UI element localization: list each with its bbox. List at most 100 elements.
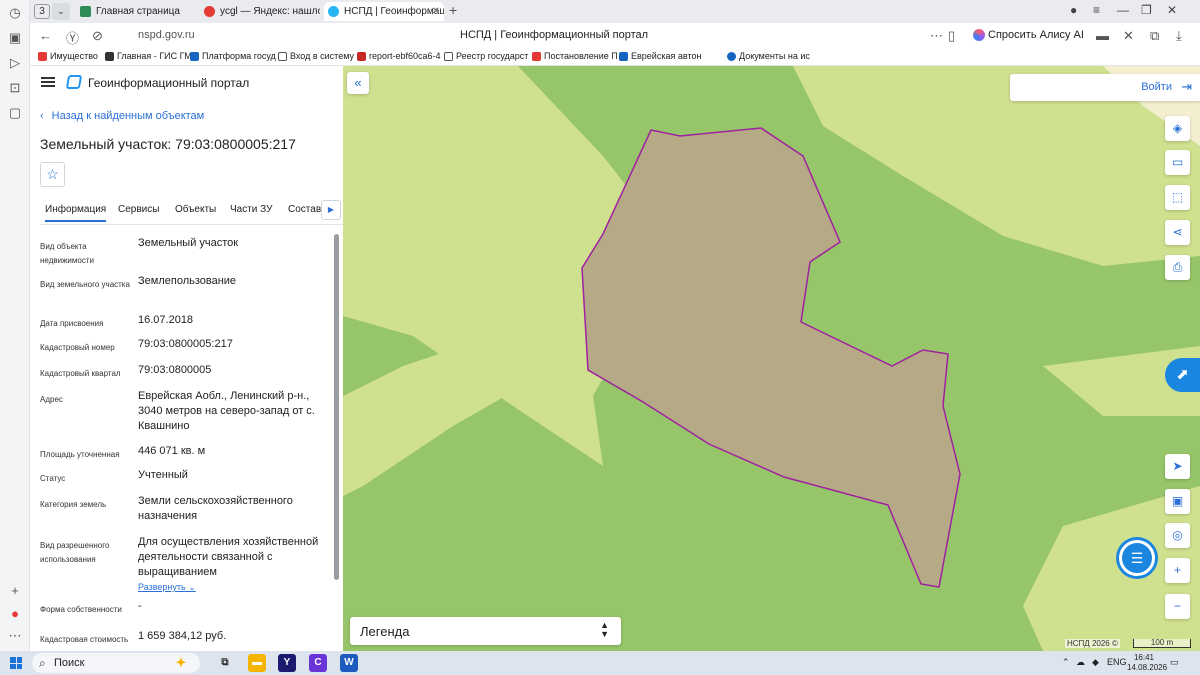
more-dots-icon[interactable]: ⋯ bbox=[930, 28, 943, 44]
bookmark-item[interactable]: Постановление П bbox=[532, 51, 618, 61]
minimap-icon[interactable]: ▣ bbox=[1165, 489, 1190, 514]
bookmark-item[interactable]: Документы на ис bbox=[727, 51, 810, 61]
close-window-icon[interactable]: ✕ bbox=[1167, 3, 1177, 17]
yandex-logo-icon[interactable]: Ⓨ bbox=[66, 28, 79, 47]
url-text[interactable]: nspd.gov.ru bbox=[138, 29, 195, 41]
map-copyright: НСПД 2026 © bbox=[1065, 639, 1120, 648]
tabs-next-icon[interactable]: ▶ bbox=[321, 200, 341, 220]
back-icon[interactable]: ← bbox=[39, 28, 52, 43]
tabs-counter-icon[interactable]: ▢ bbox=[7, 105, 23, 121]
notification-icon[interactable]: ▭ bbox=[1170, 657, 1179, 668]
tab-count[interactable]: 3 bbox=[34, 4, 50, 19]
chevron-down-icon: ⌄ bbox=[188, 582, 196, 592]
bookmark-favicon-icon bbox=[532, 52, 541, 61]
bookmark-item[interactable]: report-ebf60ca6-4 bbox=[357, 51, 441, 61]
close-tab-icon[interactable]: ✕ bbox=[432, 2, 440, 21]
bookmark-favicon-icon bbox=[105, 52, 114, 61]
zoom-in-icon[interactable]: + bbox=[1165, 558, 1190, 583]
history-icon[interactable]: ◷ bbox=[7, 5, 23, 21]
portal-logo-icon bbox=[65, 75, 83, 89]
bookmark-item[interactable]: Главная - ГИС ГМ bbox=[105, 51, 192, 61]
print-icon[interactable]: ⎙ bbox=[1165, 255, 1190, 280]
alice-button[interactable]: Спросить Алису AI bbox=[970, 26, 1090, 45]
mail-icon[interactable]: ● bbox=[7, 606, 23, 622]
legend-dropdown[interactable]: Легенда ▲ ▼ bbox=[350, 617, 621, 645]
bookmark-item[interactable]: Вход в систему bbox=[278, 51, 354, 61]
property-label: Категория земель bbox=[40, 500, 107, 509]
bookmark-item[interactable]: Платформа госуд bbox=[190, 51, 276, 61]
property-value: Земли сельскохозяйственного назначения bbox=[138, 495, 293, 522]
language-indicator[interactable]: ENG bbox=[1107, 657, 1127, 667]
hamburger-menu-icon[interactable] bbox=[41, 77, 55, 87]
tab-composition[interactable]: Состав bbox=[288, 204, 321, 215]
yandex-favicon-icon bbox=[204, 6, 215, 17]
bookmark-item[interactable]: Имущество bbox=[38, 51, 98, 61]
bookmark-item[interactable]: Еврейская автон bbox=[619, 51, 701, 61]
add-icon[interactable]: + bbox=[7, 583, 23, 599]
bookmark-icon[interactable]: ▯ bbox=[948, 28, 955, 44]
panel-scrollbar[interactable] bbox=[334, 234, 339, 580]
play-icon[interactable]: ▷ bbox=[7, 55, 23, 71]
bookmark-favicon-icon bbox=[278, 52, 287, 61]
restore-icon[interactable]: ❐ bbox=[1141, 3, 1152, 17]
parcel-title: Земельный участок: 79:03:0800005:217 bbox=[40, 136, 296, 152]
shield-icon[interactable]: ◆ bbox=[1092, 657, 1099, 668]
map-canvas[interactable] bbox=[343, 66, 1200, 651]
system-clock[interactable]: 16:41 14.08.2026 bbox=[1127, 653, 1167, 673]
bookmark-item[interactable]: Реестр государст bbox=[444, 51, 528, 61]
profile-icon[interactable]: ● bbox=[1070, 3, 1077, 17]
minimize-icon[interactable]: — bbox=[1117, 3, 1129, 17]
file-explorer-icon[interactable]: ▬ bbox=[248, 654, 266, 672]
chevron-down-icon[interactable]: ⌄ bbox=[52, 3, 70, 20]
expand-link[interactable]: Развернуть ⌄ bbox=[138, 582, 196, 592]
cloud-icon[interactable]: ☁ bbox=[1076, 657, 1085, 668]
login-button[interactable]: Войти ⇥ bbox=[1010, 74, 1200, 101]
tab-yandex-search[interactable]: ycgl — Яндекс: нашлось 3 bbox=[200, 2, 320, 21]
back-to-results-link[interactable]: ‹ Назад к найденным объектам bbox=[40, 110, 204, 122]
panel-tabs: Информация Сервисы Объекты Части ЗУ Сост… bbox=[40, 199, 343, 225]
zoom-out-icon[interactable]: − bbox=[1165, 594, 1190, 619]
word-icon[interactable]: W bbox=[340, 654, 358, 672]
property-label: Адрес bbox=[40, 395, 63, 404]
download-icon[interactable]: ⤓ bbox=[1176, 28, 1182, 44]
windows-start-icon[interactable] bbox=[10, 657, 22, 669]
property-label: Форма собственности bbox=[40, 605, 122, 614]
property-value: Учтенный bbox=[138, 469, 188, 481]
screenshot-icon[interactable]: ⊡ bbox=[7, 80, 23, 96]
chat-icon[interactable]: ☰ bbox=[1119, 540, 1155, 576]
geolocation-icon[interactable]: ◎ bbox=[1165, 523, 1190, 548]
tab-home[interactable]: Главная страница bbox=[76, 2, 196, 21]
tab-parts[interactable]: Части ЗУ bbox=[230, 204, 272, 215]
bookmark-favicon-icon bbox=[727, 52, 736, 61]
tray-chevron-icon[interactable]: ⌃ bbox=[1062, 657, 1070, 668]
collections-icon[interactable]: ▣ bbox=[7, 30, 23, 46]
select-area-icon[interactable]: ⬚ bbox=[1165, 185, 1190, 210]
yandex-browser-icon[interactable]: Y bbox=[278, 654, 296, 672]
property-label: Площадь уточненная bbox=[40, 450, 120, 459]
extension-icon[interactable]: ✕ bbox=[1123, 28, 1134, 44]
app-c-icon[interactable]: C bbox=[309, 654, 327, 672]
tab-information[interactable]: Информация bbox=[45, 204, 107, 222]
menu-icon[interactable]: ≡ bbox=[1093, 3, 1100, 17]
puzzle-icon[interactable]: ⧉ bbox=[1150, 28, 1159, 44]
property-label: Вид разрешенного использования bbox=[40, 541, 110, 564]
tab-objects[interactable]: Объекты bbox=[175, 204, 216, 215]
tab-nspd[interactable]: НСПД | Геоинформацио ✕ bbox=[324, 2, 444, 21]
site-info-icon[interactable]: ⊘ bbox=[92, 28, 103, 44]
more-icon[interactable]: ⋯ bbox=[7, 628, 23, 644]
map-mode-icon[interactable]: ⬈ bbox=[1165, 358, 1200, 392]
downloads-icon[interactable]: ▬ bbox=[1096, 28, 1109, 43]
bookmark-favicon-icon bbox=[190, 52, 199, 61]
copilot-sparkle-icon[interactable]: ✦ bbox=[172, 654, 190, 672]
new-tab-icon[interactable]: + bbox=[449, 2, 457, 18]
layers-icon[interactable]: ◈ bbox=[1165, 116, 1190, 141]
collapse-panel-icon[interactable]: « bbox=[347, 72, 369, 94]
share-icon[interactable]: ⋖ bbox=[1165, 220, 1190, 245]
favorite-button[interactable]: ☆ bbox=[40, 162, 65, 187]
bookmark-favicon-icon bbox=[444, 52, 453, 61]
task-view-icon[interactable]: ⧉ bbox=[216, 654, 234, 672]
map-view[interactable]: « Войти ⇥ ◈ ▭ ⬚ ⋖ ⎙ ⬈ ➤ ▣ ◎ + − ☰ Легенд… bbox=[343, 66, 1200, 651]
locate-icon[interactable]: ➤ bbox=[1165, 454, 1190, 479]
ruler-icon[interactable]: ▭ bbox=[1165, 150, 1190, 175]
tab-services[interactable]: Сервисы bbox=[118, 204, 159, 215]
